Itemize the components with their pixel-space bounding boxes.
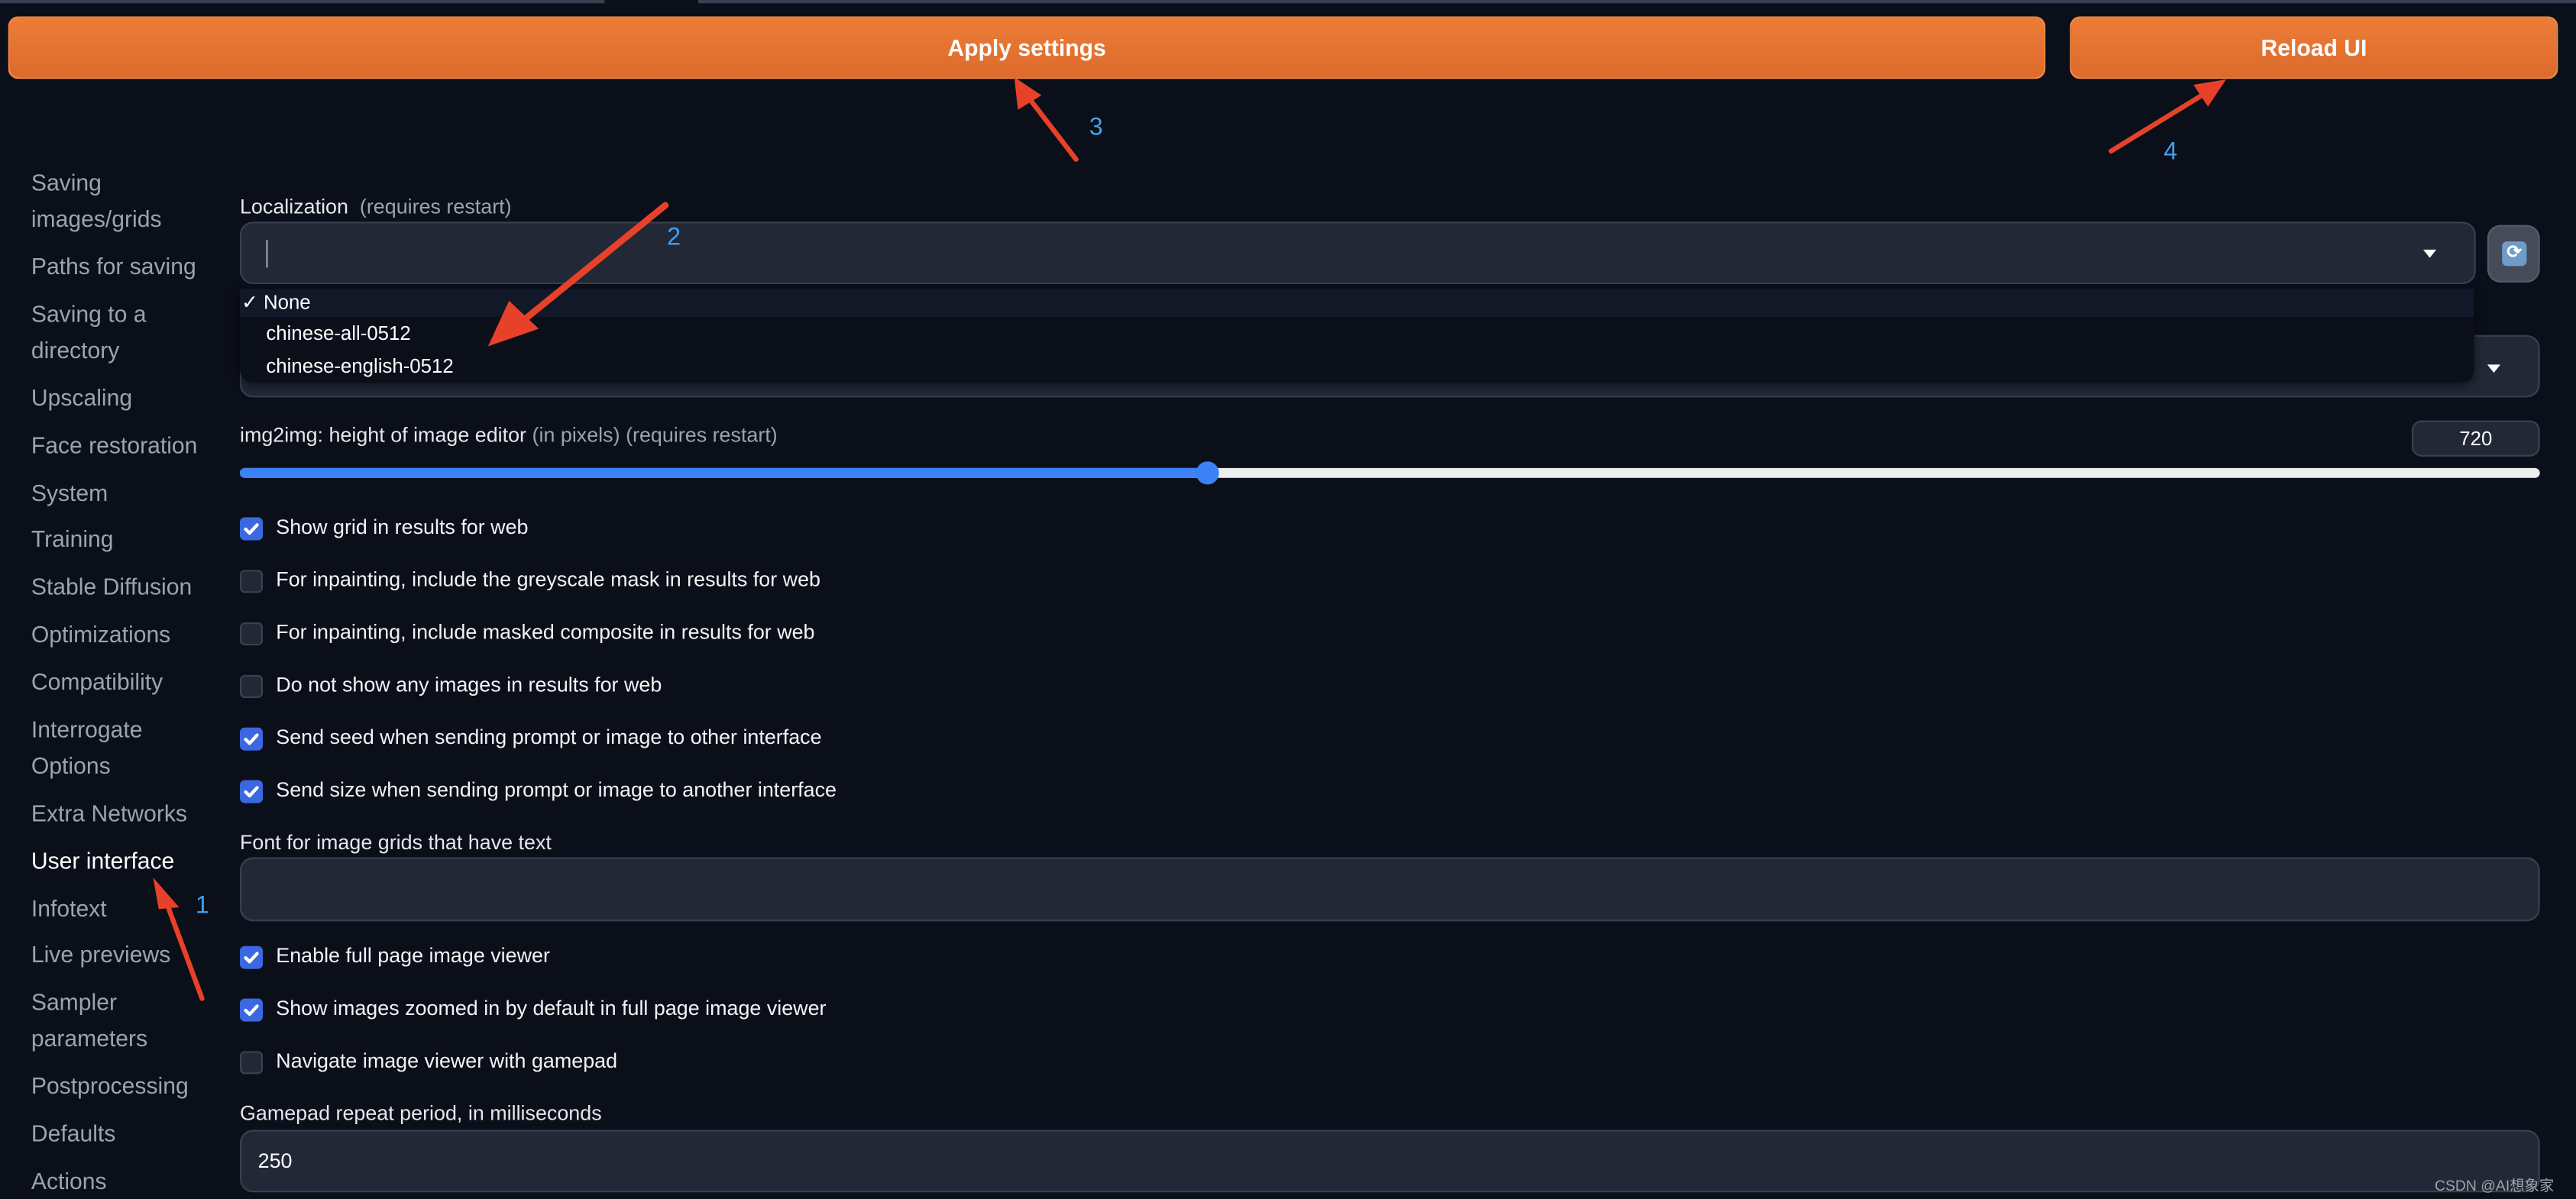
annotation-arrows xyxy=(153,77,2227,1001)
settings-page: Apply settings Reload UI Saving images/g… xyxy=(0,0,2576,1199)
arrow-3 xyxy=(1014,77,1079,162)
annotation-number-1: 1 xyxy=(195,891,209,920)
annotation-number-3: 3 xyxy=(1089,113,1103,141)
watermark: CSDN @AI想象家 xyxy=(2435,1177,2555,1194)
arrow-2 xyxy=(487,202,669,347)
annotation-number-2: 2 xyxy=(667,223,681,252)
annotation-number-4: 4 xyxy=(2163,137,2178,166)
